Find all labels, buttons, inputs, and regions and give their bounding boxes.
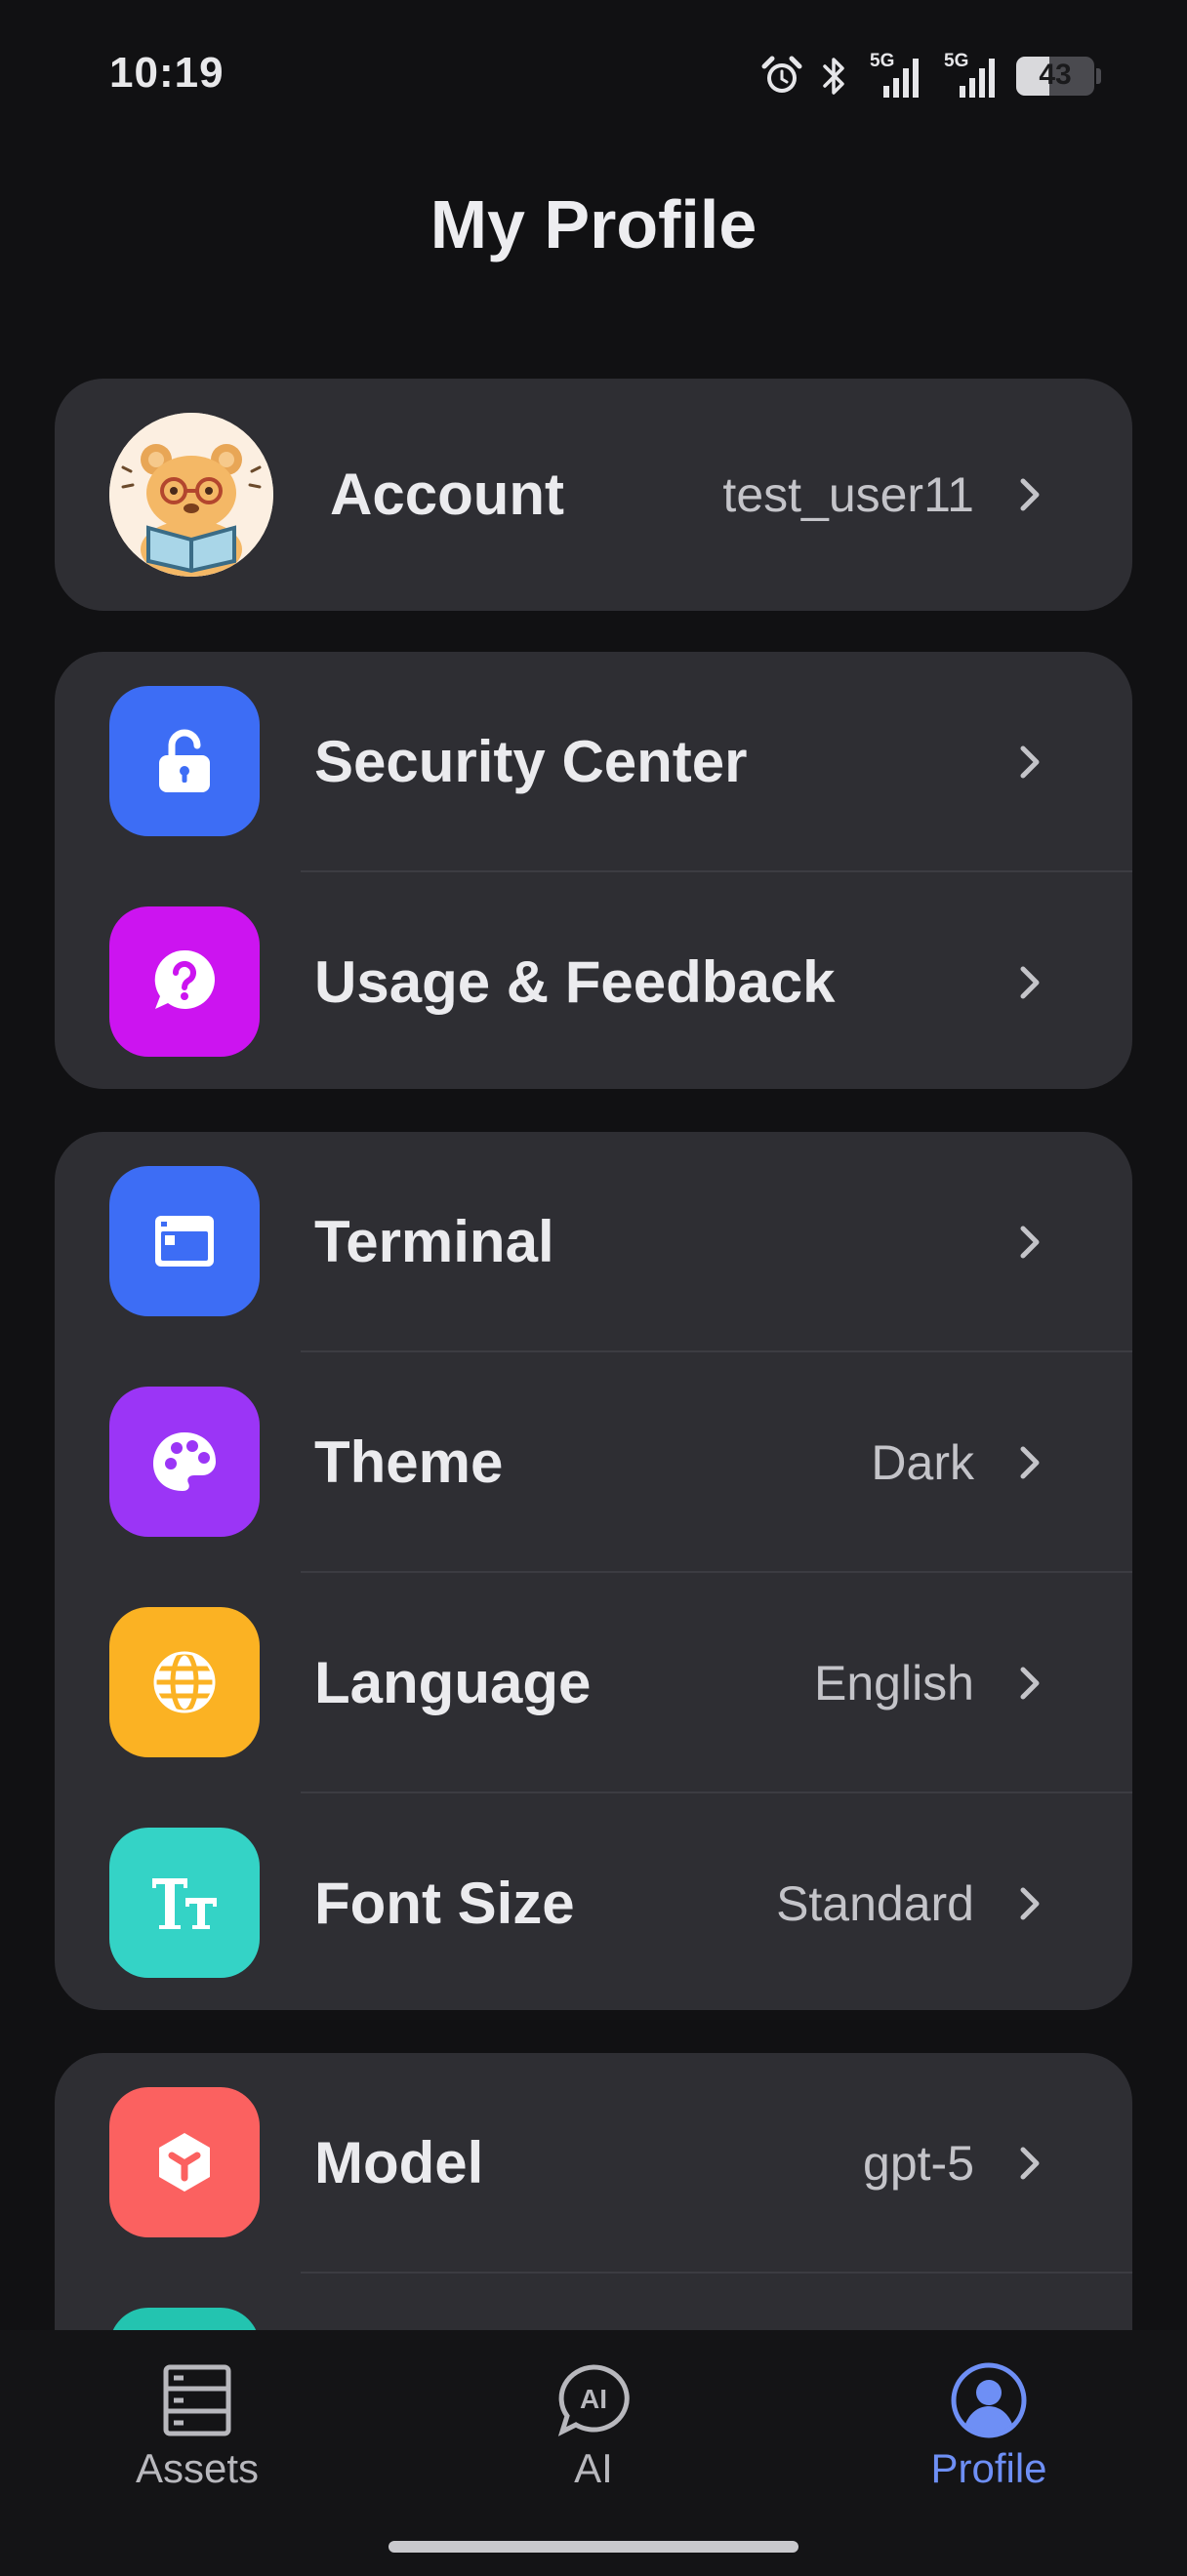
help-bubble-icon	[109, 906, 260, 1057]
chevron-right-icon	[1020, 966, 1040, 999]
settings-item-value: gpt-5	[863, 2136, 974, 2191]
tab-ai[interactable]: AI AI	[476, 2359, 711, 2492]
chevron-right-icon	[1020, 1446, 1040, 1479]
bluetooth-icon	[819, 55, 848, 98]
server-stack-icon	[163, 2364, 231, 2436]
account-card[interactable]: Account test_user11	[55, 379, 1132, 611]
tab-assets[interactable]: Assets	[80, 2359, 314, 2492]
preferences-card: Terminal Theme Dark Language English Fon…	[55, 1132, 1132, 2010]
settings-item-value: English	[814, 1656, 974, 1711]
bottom-tab-bar: Assets AI AI Profile	[0, 2330, 1187, 2576]
terminal-window-icon	[109, 1166, 260, 1316]
account-username: test_user11	[722, 467, 974, 522]
profile-scroll-area[interactable]: 10:19 5G 5G 43 My Profile Account test_u…	[0, 0, 1187, 2330]
settings-item-usage-feedback[interactable]: Usage & Feedback	[55, 872, 1132, 1089]
app-icon	[109, 2308, 260, 2330]
globe-icon	[109, 1607, 260, 1757]
signal-5g-icon: 5G	[940, 51, 1001, 100]
settings-item-value: Standard	[776, 1876, 974, 1931]
status-icons: 5G 5G 43	[760, 51, 1101, 101]
battery-indicator: 43	[1016, 57, 1101, 96]
settings-item-label: Terminal	[314, 1209, 554, 1274]
settings-item-font-size[interactable]: Font Size Standard	[55, 1793, 1132, 2010]
settings-item-label: Theme	[314, 1429, 504, 1495]
tab-label: Assets	[135, 2445, 260, 2491]
font-size-icon	[109, 1828, 260, 1978]
ai-chat-icon: AI	[557, 2364, 630, 2436]
home-indicator	[389, 2541, 798, 2553]
chevron-right-icon	[1020, 478, 1040, 511]
alarm-icon	[760, 55, 803, 98]
palette-icon	[109, 1387, 260, 1537]
chevron-right-icon	[1020, 1226, 1040, 1259]
page-title: My Profile	[430, 186, 757, 262]
settings-item-model[interactable]: Model gpt-5	[55, 2053, 1132, 2274]
settings-item-label: Font Size	[314, 1871, 575, 1936]
tab-label: Profile	[930, 2445, 1047, 2491]
battery-icon: 43	[1016, 57, 1094, 96]
settings-item-security-center[interactable]: Security Center	[55, 652, 1132, 872]
svg-text:AI: AI	[580, 2384, 607, 2414]
settings-item-terminal[interactable]: Terminal	[55, 1132, 1132, 1352]
tab-label: AI	[574, 2445, 613, 2491]
battery-percent: 43	[1039, 59, 1072, 91]
settings-item-label: Language	[314, 1650, 592, 1715]
account-label: Account	[330, 462, 564, 527]
settings-item-label: Usage & Feedback	[314, 949, 836, 1015]
status-bar: 10:19 5G 5G 43	[0, 0, 1187, 156]
settings-item-value: Dark	[871, 1435, 974, 1490]
user-circle-icon	[951, 2362, 1027, 2438]
status-time: 10:19	[109, 49, 225, 97]
account-row[interactable]: Account test_user11	[55, 379, 1132, 611]
chevron-right-icon	[1020, 1887, 1040, 1920]
cube-icon	[109, 2087, 260, 2237]
unlock-icon	[109, 686, 260, 836]
tab-profile[interactable]: Profile	[872, 2359, 1106, 2492]
settings-item-next[interactable]	[55, 2274, 1132, 2330]
settings-item-label: Security Center	[314, 729, 748, 794]
settings-item-language[interactable]: Language English	[55, 1573, 1132, 1793]
ai-card: Model gpt-5	[55, 2053, 1132, 2330]
signal-5g-icon: 5G	[864, 51, 924, 100]
chevron-right-icon	[1020, 1667, 1040, 1700]
settings-item-label: Model	[314, 2130, 484, 2195]
chevron-right-icon	[1020, 2147, 1040, 2180]
avatar	[109, 413, 273, 577]
settings-item-theme[interactable]: Theme Dark	[55, 1352, 1132, 1573]
chevron-right-icon	[1020, 745, 1040, 779]
support-card: Security Center Usage & Feedback	[55, 652, 1132, 1089]
